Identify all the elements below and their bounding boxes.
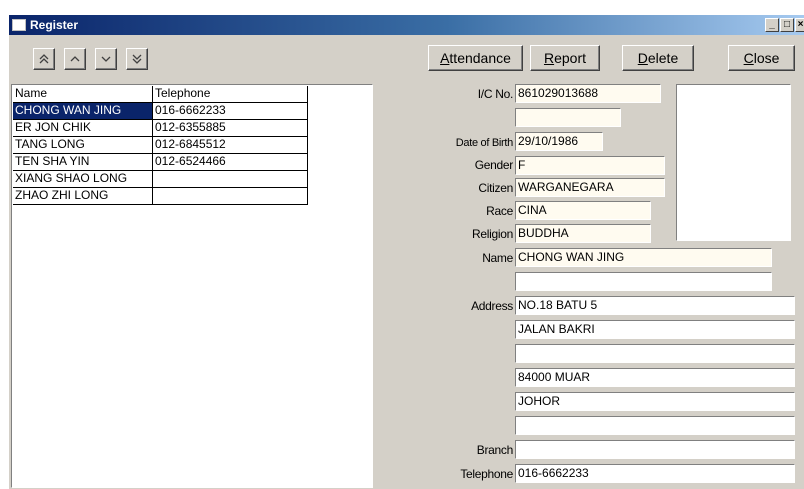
citizen-field[interactable]: WARGANEGARA xyxy=(515,178,665,197)
address-line-5-field[interactable]: JOHOR xyxy=(515,392,795,411)
cell-telephone[interactable]: 012-6845512 xyxy=(153,137,308,154)
table-row[interactable]: ZHAO ZHI LONG xyxy=(13,188,308,205)
column-header-name[interactable]: Name xyxy=(13,86,153,103)
gender-field[interactable]: F xyxy=(515,156,665,175)
race-field[interactable]: CINA xyxy=(515,201,651,220)
minimize-icon: _ xyxy=(769,19,775,30)
ic-extra-field[interactable] xyxy=(515,108,621,127)
maximize-button[interactable]: □ xyxy=(780,18,794,32)
window-title: Register xyxy=(30,18,79,32)
cell-telephone[interactable] xyxy=(153,171,308,188)
gender-label: Gender xyxy=(474,158,514,172)
address-line-3-field[interactable] xyxy=(515,344,795,363)
address-line-2-field[interactable]: JALAN BAKRI xyxy=(515,320,795,339)
chevron-up-icon xyxy=(70,56,80,62)
religion-field[interactable]: BUDDHA xyxy=(515,224,651,243)
cell-name[interactable]: XIANG SHAO LONG xyxy=(13,171,153,188)
maximize-icon: □ xyxy=(783,19,791,30)
photo-frame[interactable] xyxy=(676,84,791,241)
table-row[interactable]: TANG LONG 012-6845512 xyxy=(13,137,308,154)
cell-telephone[interactable]: 012-6524466 xyxy=(153,154,308,171)
address-line-4-field[interactable]: 84000 MUAR xyxy=(515,368,795,387)
previous-record-button[interactable] xyxy=(64,48,86,70)
close-mnemonic: C xyxy=(743,50,754,66)
member-grid[interactable]: Name Telephone CHONG WAN JING 016-666223… xyxy=(11,84,373,488)
title-bar[interactable]: Register _ □ × xyxy=(9,15,804,35)
table-row[interactable]: ER JON CHIK 012-6355885 xyxy=(13,120,308,137)
close-icon: × xyxy=(797,19,804,30)
ic-field[interactable]: 861029013688 xyxy=(515,84,661,103)
race-label: Race xyxy=(486,204,513,218)
first-record-button[interactable] xyxy=(33,48,55,70)
delete-label: elete xyxy=(647,50,679,66)
next-record-button[interactable] xyxy=(95,48,117,70)
table-row[interactable]: CHONG WAN JING 016-6662233 xyxy=(13,103,308,120)
address-line-6-field[interactable] xyxy=(515,416,795,435)
name-extra-field[interactable] xyxy=(515,272,772,291)
double-chevron-up-icon xyxy=(39,54,49,64)
attendance-label: ttendance xyxy=(449,50,511,66)
chevron-down-icon xyxy=(101,56,111,62)
report-label: eport xyxy=(554,50,587,66)
address-line-1-field[interactable]: NO.18 BATU 5 xyxy=(515,296,795,315)
table-row[interactable]: TEN SHA YIN 012-6524466 xyxy=(13,154,308,171)
delete-button[interactable]: Delete xyxy=(622,45,694,71)
cell-name[interactable]: TANG LONG xyxy=(13,137,153,154)
cell-name[interactable]: ZHAO ZHI LONG xyxy=(13,188,153,205)
telephone-label: Telephone xyxy=(460,467,513,481)
name-field[interactable]: CHONG WAN JING xyxy=(515,248,772,267)
cell-name[interactable]: TEN SHA YIN xyxy=(13,154,153,171)
grid-header: Name Telephone xyxy=(13,86,308,103)
close-button[interactable]: Close xyxy=(728,45,795,71)
cell-name[interactable]: ER JON CHIK xyxy=(13,120,153,137)
attendance-button[interactable]: Attendance xyxy=(428,45,523,71)
close-label: lose xyxy=(753,50,780,66)
ic-label: I/C No. xyxy=(477,87,514,101)
app-icon xyxy=(12,19,26,31)
cell-name[interactable]: CHONG WAN JING xyxy=(13,103,153,120)
double-chevron-down-icon xyxy=(132,54,142,64)
column-header-telephone[interactable]: Telephone xyxy=(153,86,308,103)
dob-field[interactable]: 29/10/1986 xyxy=(515,132,603,151)
cell-telephone[interactable] xyxy=(153,188,308,205)
delete-mnemonic: D xyxy=(637,50,648,66)
branch-field[interactable] xyxy=(515,440,795,459)
dob-label: Date of Birth xyxy=(455,137,514,149)
register-window: Register _ □ × Attendance Report Delete … xyxy=(8,14,804,489)
cell-telephone[interactable]: 016-6662233 xyxy=(153,103,308,120)
telephone-field[interactable]: 016-6662233 xyxy=(515,464,795,483)
table-row[interactable]: XIANG SHAO LONG xyxy=(13,171,308,188)
report-button[interactable]: Report xyxy=(530,45,600,71)
last-record-button[interactable] xyxy=(126,48,148,70)
branch-label: Branch xyxy=(476,443,514,457)
citizen-label: Citizen xyxy=(478,181,513,195)
cell-telephone[interactable]: 012-6355885 xyxy=(153,120,308,137)
religion-label: Religion xyxy=(472,227,513,241)
report-mnemonic: R xyxy=(543,50,555,66)
name-label: Name xyxy=(482,251,513,265)
close-window-button[interactable]: × xyxy=(795,18,804,32)
minimize-button[interactable]: _ xyxy=(765,18,779,32)
address-label: Address xyxy=(471,299,513,313)
